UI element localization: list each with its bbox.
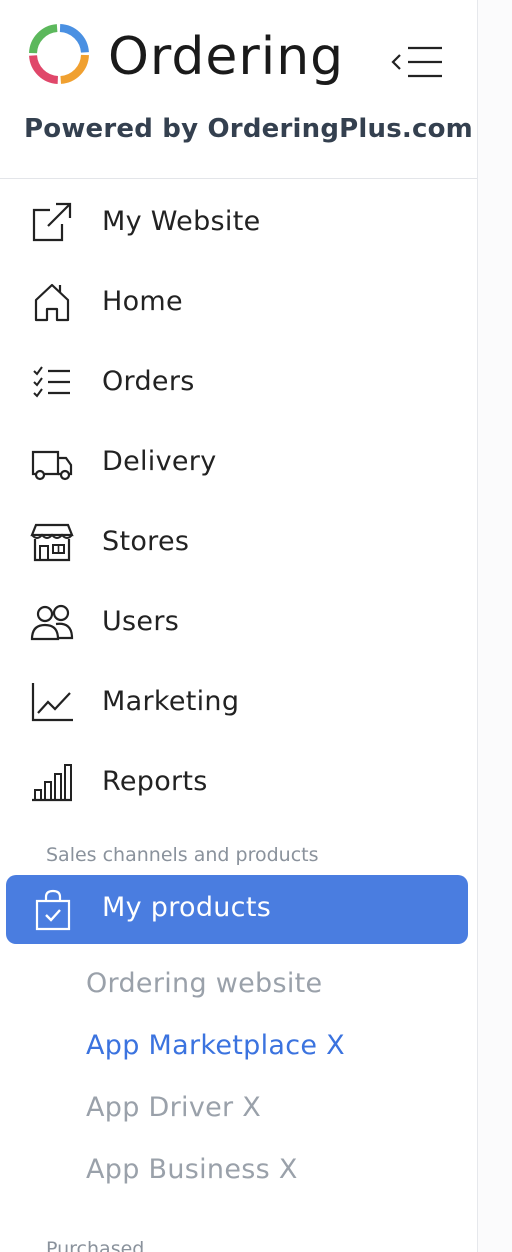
nav-item-label: Orders	[102, 366, 195, 397]
nav-item-home[interactable]: Home	[0, 267, 477, 337]
sub-item-app-driver[interactable]: App Driver X	[86, 1092, 261, 1123]
nav-item-my-products[interactable]: My products	[6, 875, 468, 944]
section-title-purchased: Purchased	[46, 1238, 145, 1252]
nav-item-my-website[interactable]: My Website	[0, 187, 477, 257]
sidebar: Ordering Powered by OrderingPlus.com My …	[0, 0, 478, 1252]
nav-item-label: Delivery	[102, 446, 217, 477]
external-link-icon	[30, 202, 74, 242]
nav-item-stores[interactable]: Stores	[0, 507, 477, 577]
nav-item-delivery[interactable]: Delivery	[0, 427, 477, 497]
brand-name: Ordering	[108, 27, 345, 87]
truck-icon	[30, 442, 74, 482]
nav-item-reports[interactable]: Reports	[0, 747, 477, 817]
users-icon	[30, 602, 74, 642]
nav-item-marketing[interactable]: Marketing	[0, 667, 477, 737]
storefront-icon	[30, 522, 74, 562]
nav-item-label: Home	[102, 286, 183, 317]
sidebar-header: Ordering Powered by OrderingPlus.com	[0, 0, 477, 179]
nav-item-label: Stores	[102, 526, 190, 557]
shopping-bag-check-icon	[32, 889, 76, 931]
nav-item-label: Marketing	[102, 686, 240, 717]
bar-chart-icon	[30, 762, 74, 802]
section-title-sales: Sales channels and products	[46, 844, 319, 866]
line-chart-icon	[30, 682, 74, 722]
main-content-edge	[478, 0, 512, 1252]
nav-item-label: My Website	[102, 206, 261, 237]
menu-collapse-icon[interactable]	[388, 44, 444, 80]
nav-item-label: My products	[102, 892, 272, 923]
powered-by-text: Powered by OrderingPlus.com	[24, 114, 473, 144]
sub-item-app-business[interactable]: App Business X	[86, 1154, 298, 1185]
home-icon	[30, 282, 74, 322]
sub-item-app-marketplace[interactable]: App Marketplace X	[86, 1030, 345, 1061]
nav-item-users[interactable]: Users	[0, 587, 477, 657]
nav-item-label: Reports	[102, 766, 208, 797]
nav-item-label: Users	[102, 606, 180, 637]
nav-item-orders[interactable]: Orders	[0, 347, 477, 417]
sub-item-ordering-website[interactable]: Ordering website	[86, 968, 322, 999]
ordering-logo[interactable]	[27, 22, 91, 86]
checklist-icon	[30, 362, 74, 402]
